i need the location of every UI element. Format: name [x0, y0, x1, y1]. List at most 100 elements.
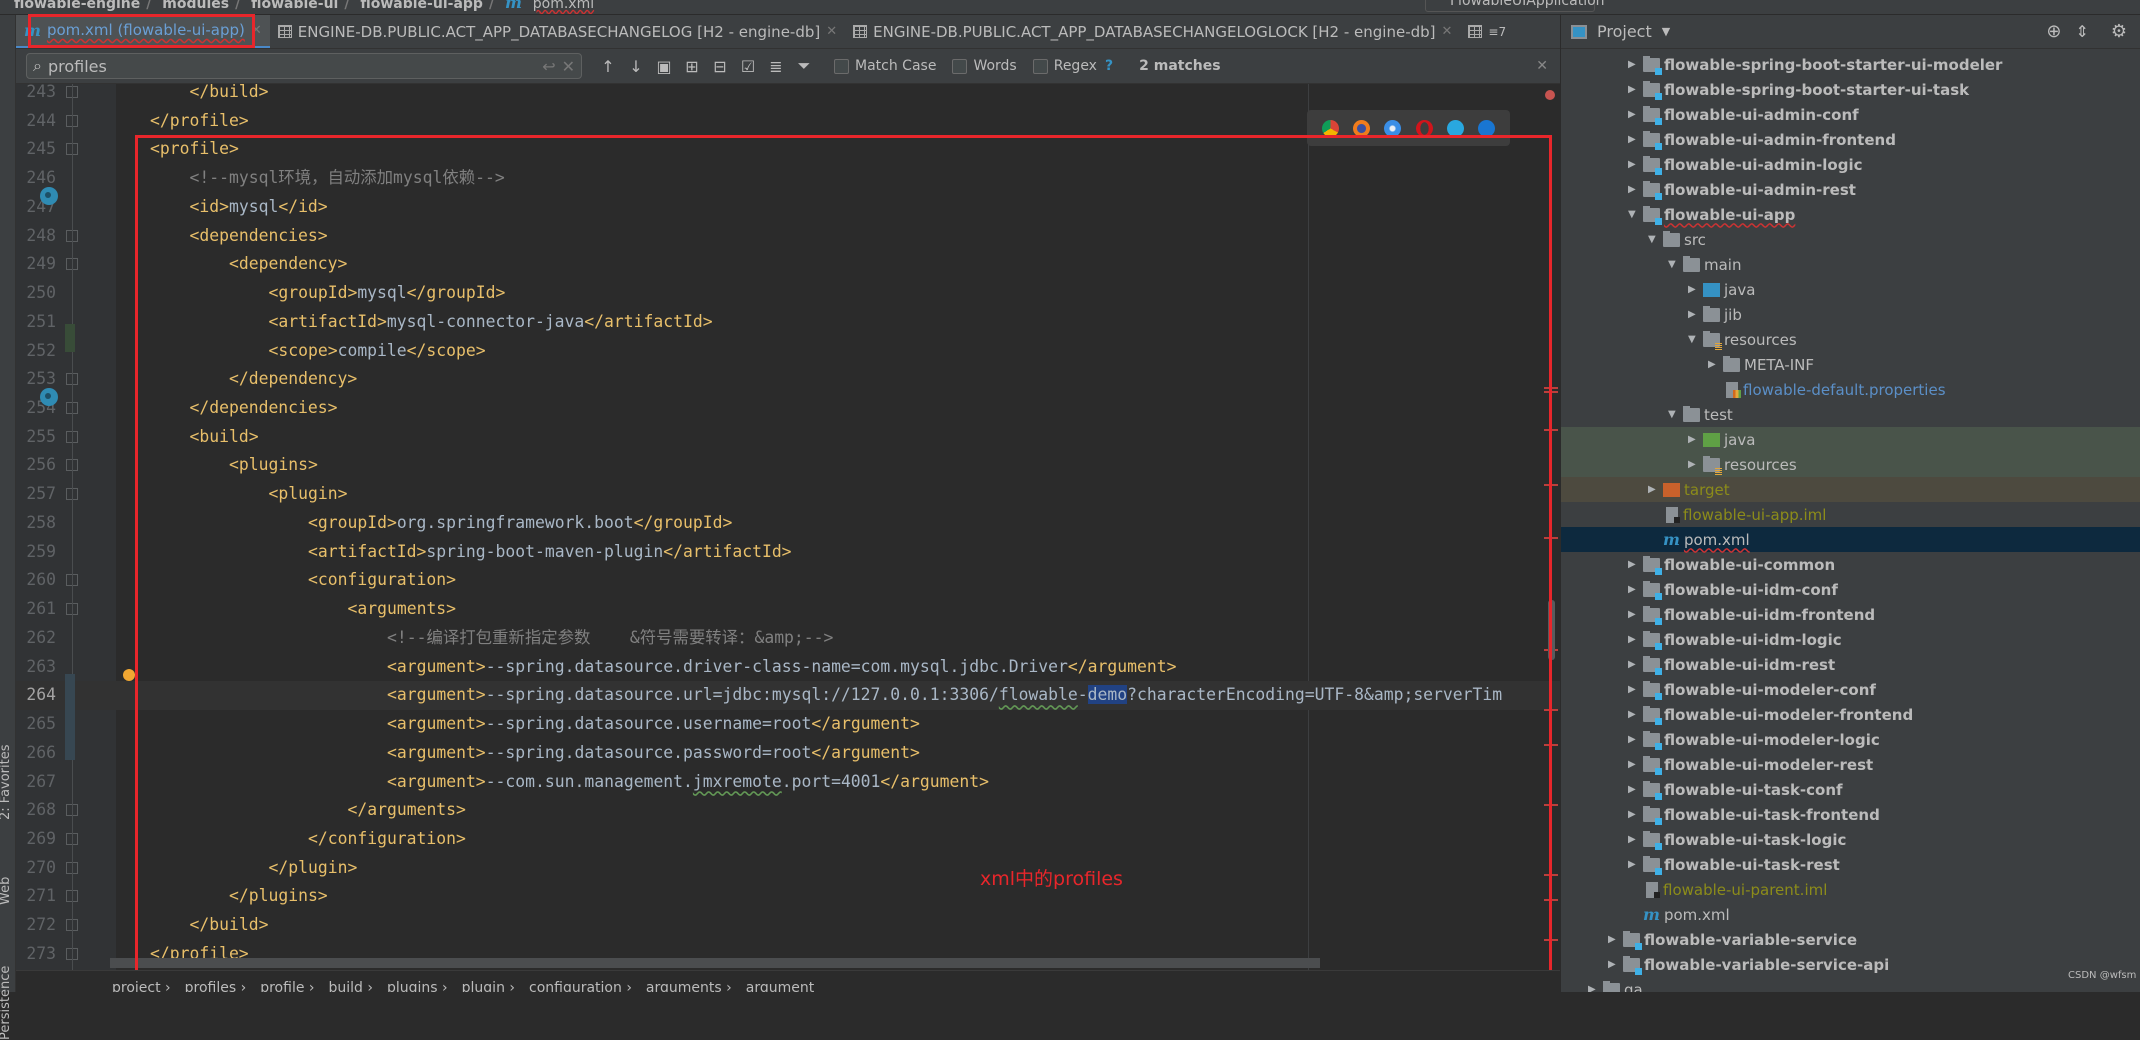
- tree-item[interactable]: ▶ flowable-spring-boot-starter-ui-modeler: [1561, 52, 2140, 77]
- tree-item[interactable]: ▶ flowable-ui-admin-logic: [1561, 152, 2140, 177]
- chevron-right-icon[interactable]: ▶: [1628, 834, 1643, 845]
- tree-item[interactable]: ▼ resources: [1561, 327, 2140, 352]
- collapse-all-icon[interactable]: ⇕: [2075, 22, 2088, 41]
- gear-icon[interactable]: ⚙: [2111, 21, 2127, 42]
- change-marker-modified[interactable]: [65, 674, 75, 760]
- regex-label[interactable]: Regex: [1054, 58, 1097, 74]
- tree-item[interactable]: m pom.xml: [1561, 527, 2140, 552]
- tree-item[interactable]: ▶ flowable-ui-admin-rest: [1561, 177, 2140, 202]
- firefox-icon[interactable]: [1353, 119, 1371, 137]
- chevron-right-icon[interactable]: ▶: [1688, 284, 1703, 295]
- previous-occurrence-button[interactable]: ↑: [594, 57, 622, 76]
- chevron-right-icon[interactable]: ▶: [1628, 584, 1643, 595]
- chevron-down-icon[interactable]: ▼: [1648, 234, 1663, 245]
- tree-item[interactable]: ▼ flowable-ui-app: [1561, 202, 2140, 227]
- tree-item[interactable]: ▶ flowable-ui-admin-frontend: [1561, 127, 2140, 152]
- crumb[interactable]: pom.xml: [533, 0, 594, 12]
- crumb[interactable]: flowable-engine: [14, 0, 140, 12]
- lightbulb-icon[interactable]: [123, 669, 135, 681]
- tree-item[interactable]: ▶ flowable-ui-idm-frontend: [1561, 602, 2140, 627]
- chevron-right-icon[interactable]: ▶: [1628, 109, 1643, 120]
- tree-item[interactable]: ▶ flowable-ui-admin-conf: [1561, 102, 2140, 127]
- tree-item[interactable]: ▶ META-INF: [1561, 352, 2140, 377]
- chevron-right-icon[interactable]: ▶: [1628, 659, 1643, 670]
- match-case-label[interactable]: Match Case: [855, 58, 936, 74]
- chevron-down-icon[interactable]: ▼: [1668, 259, 1683, 270]
- chevron-right-icon[interactable]: ▶: [1628, 759, 1643, 770]
- chevron-right-icon[interactable]: ▶: [1628, 634, 1643, 645]
- tab-overflow-button[interactable]: ≡7: [1488, 25, 1506, 39]
- chevron-right-icon[interactable]: ▶: [1628, 159, 1643, 170]
- persistence-tool-button[interactable]: Persistence: [0, 966, 13, 1040]
- tree-item[interactable]: flowable-ui-app.iml: [1561, 502, 2140, 527]
- tree-item[interactable]: ▶ resources: [1561, 452, 2140, 477]
- tree-item[interactable]: ▶ flowable-ui-idm-conf: [1561, 577, 2140, 602]
- add-occurrence-button[interactable]: ⊞: [678, 57, 706, 76]
- xml-breadcrumb-item[interactable]: plugin ›: [462, 980, 515, 992]
- edge-icon[interactable]: [1477, 119, 1495, 137]
- chevron-right-icon[interactable]: ▶: [1628, 609, 1643, 620]
- tree-item[interactable]: ▶ flowable-variable-service: [1561, 927, 2140, 952]
- chrome-icon[interactable]: [1322, 119, 1340, 137]
- chevron-right-icon[interactable]: ▶: [1588, 984, 1603, 992]
- xml-breadcrumb-item[interactable]: build ›: [329, 980, 373, 992]
- crumb[interactable]: flowable-ui-app: [360, 0, 483, 12]
- clear-icon[interactable]: ✕: [562, 57, 575, 76]
- close-icon[interactable]: ✕: [826, 24, 837, 39]
- chevron-right-icon[interactable]: ▶: [1628, 809, 1643, 820]
- code-line[interactable]: 243 </build>: [16, 84, 1560, 107]
- chevron-down-icon[interactable]: ▼: [1668, 409, 1683, 420]
- xml-breadcrumb-item[interactable]: argument: [746, 980, 814, 992]
- select-all-occurrences-button[interactable]: ☑: [734, 57, 762, 76]
- maven-override-icon[interactable]: [40, 187, 58, 205]
- ie-icon[interactable]: [1446, 119, 1464, 137]
- tree-item[interactable]: ▼ test: [1561, 402, 2140, 427]
- filter-icon[interactable]: ⏷: [790, 56, 818, 76]
- tab-more[interactable]: ≡7: [1460, 15, 1514, 48]
- find-in-window-button[interactable]: ▣: [650, 57, 678, 76]
- close-find-bar-icon[interactable]: ✕: [1536, 58, 1548, 74]
- chevron-right-icon[interactable]: ▶: [1648, 484, 1663, 495]
- crumb[interactable]: flowable-ui: [251, 0, 338, 12]
- regex-help-link[interactable]: ?: [1105, 58, 1113, 74]
- crumb[interactable]: modules: [162, 0, 229, 12]
- tree-item[interactable]: ▼ src: [1561, 227, 2140, 252]
- chevron-right-icon[interactable]: ▶: [1628, 684, 1643, 695]
- tree-item[interactable]: ▶ flowable-variable-service-api: [1561, 952, 2140, 977]
- tree-item[interactable]: ▼ main: [1561, 252, 2140, 277]
- chevron-right-icon[interactable]: ▶: [1688, 434, 1703, 445]
- xml-breadcrumb-item[interactable]: plugins ›: [387, 980, 448, 992]
- chevron-down-icon[interactable]: ▼: [1688, 334, 1703, 345]
- chevron-down-icon[interactable]: ▼: [1662, 25, 1670, 38]
- chevron-right-icon[interactable]: ▶: [1708, 359, 1723, 370]
- new-line-icon[interactable]: ↩: [542, 57, 555, 76]
- remove-occurrence-button[interactable]: ⊟: [706, 57, 734, 76]
- error-indicator-icon[interactable]: [1545, 90, 1555, 100]
- chevron-right-icon[interactable]: ▶: [1628, 709, 1643, 720]
- project-view-select[interactable]: Project: [1597, 22, 1652, 41]
- tree-item[interactable]: ▶ java: [1561, 427, 2140, 452]
- favorites-tool-button[interactable]: 2: Favorites: [0, 744, 13, 820]
- tree-item[interactable]: ▶ flowable-ui-idm-logic: [1561, 627, 2140, 652]
- tree-item[interactable]: ▶ qa: [1561, 977, 2140, 992]
- tree-item[interactable]: flowable-default.properties: [1561, 377, 2140, 402]
- tree-item[interactable]: ▶ jib: [1561, 302, 2140, 327]
- xml-breadcrumb-item[interactable]: project ›: [112, 980, 171, 992]
- regex-checkbox[interactable]: [1032, 58, 1048, 74]
- chevron-right-icon[interactable]: ▶: [1628, 84, 1643, 95]
- tree-item[interactable]: m pom.xml: [1561, 902, 2140, 927]
- tree-item[interactable]: ▶ flowable-ui-common: [1561, 552, 2140, 577]
- words-label[interactable]: Words: [973, 58, 1016, 74]
- chevron-right-icon[interactable]: ▶: [1628, 134, 1643, 145]
- safari-icon[interactable]: [1384, 119, 1402, 137]
- tree-item[interactable]: ▶ java: [1561, 277, 2140, 302]
- tree-item[interactable]: ▶ flowable-ui-task-logic: [1561, 827, 2140, 852]
- opera-icon[interactable]: [1415, 119, 1433, 137]
- search-input[interactable]: ⌕ profiles ↩ ✕: [26, 53, 582, 79]
- tree-item[interactable]: flowable-ui-parent.iml: [1561, 877, 2140, 902]
- tree-item[interactable]: ▶ flowable-ui-idm-rest: [1561, 652, 2140, 677]
- xml-breadcrumb-item[interactable]: configuration ›: [529, 980, 632, 992]
- tree-item[interactable]: ▶ flowable-ui-task-conf: [1561, 777, 2140, 802]
- close-icon[interactable]: ✕: [1442, 24, 1453, 39]
- tree-item[interactable]: ▶ flowable-ui-task-frontend: [1561, 802, 2140, 827]
